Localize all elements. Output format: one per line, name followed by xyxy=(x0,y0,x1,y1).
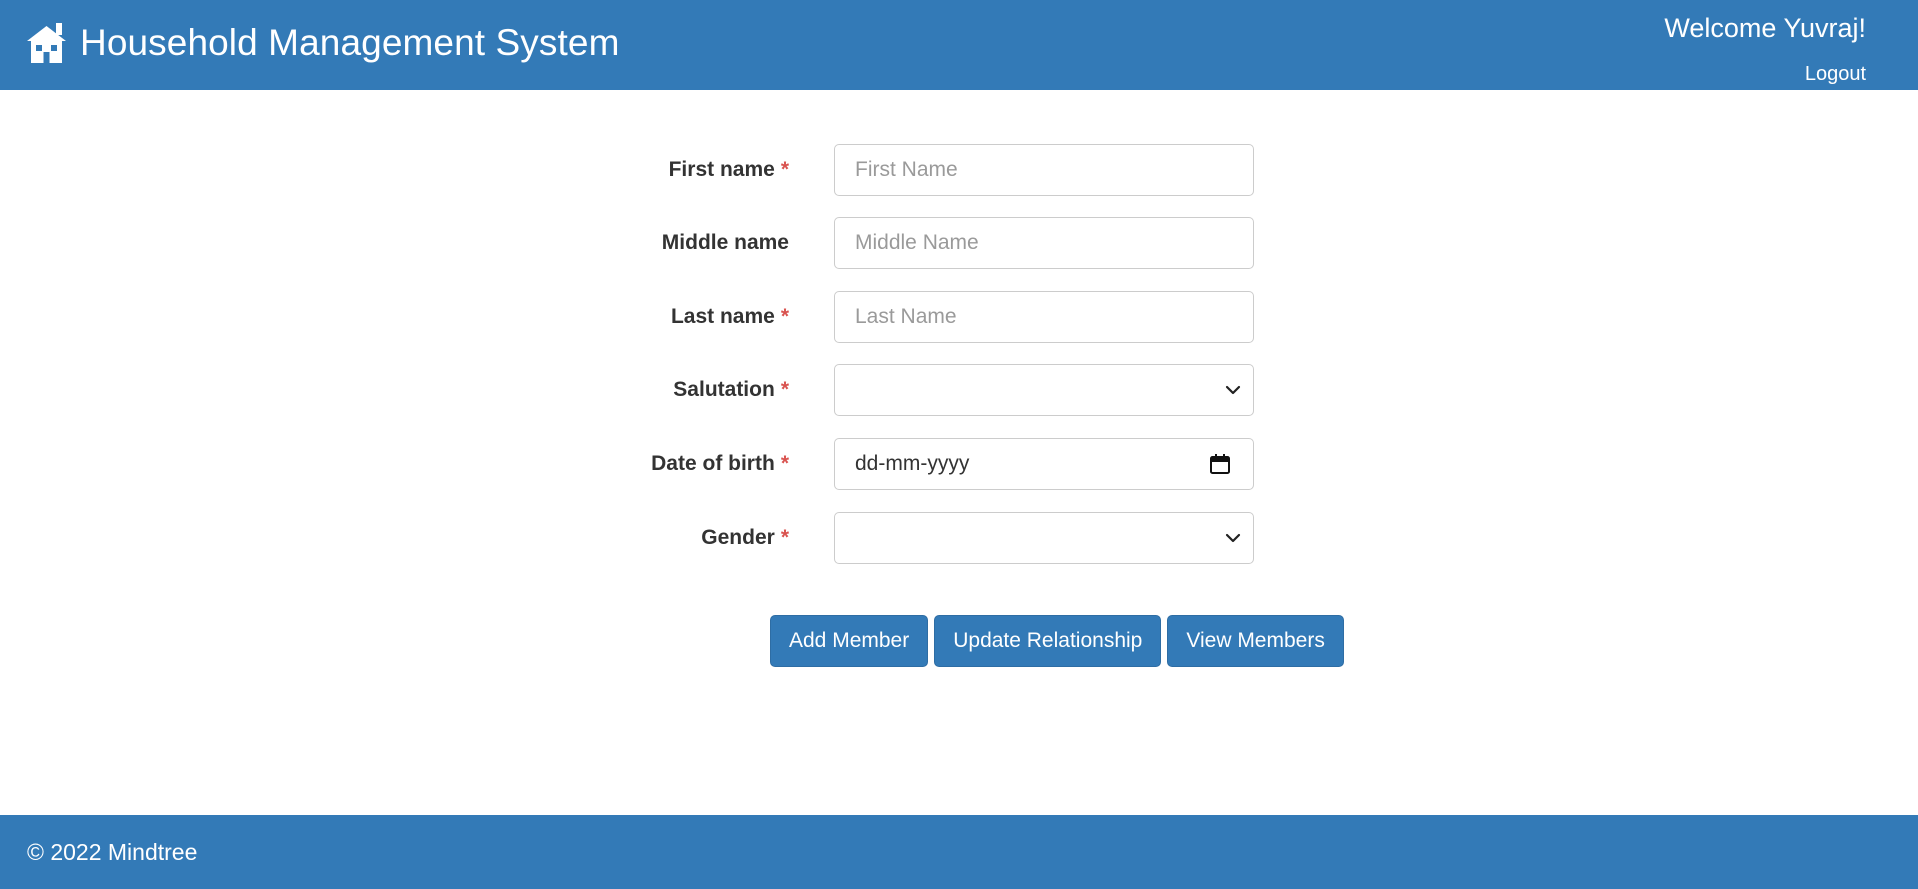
salutation-select[interactable] xyxy=(834,364,1254,416)
first-name-row: First name * xyxy=(0,144,1918,196)
gender-row: Gender * xyxy=(0,512,1918,564)
date-of-birth-row: Date of birth * dd-mm-yyyy xyxy=(0,438,1918,490)
last-name-row: Last name * xyxy=(0,291,1918,343)
last-name-input[interactable] xyxy=(834,291,1254,343)
required-marker: * xyxy=(780,305,789,328)
date-of-birth-label-text: Date of birth xyxy=(651,452,775,475)
chevron-down-icon xyxy=(1225,385,1241,395)
salutation-row: Salutation * xyxy=(0,364,1918,416)
middle-name-input[interactable] xyxy=(834,217,1254,269)
first-name-label-text: First name xyxy=(668,158,775,181)
form-actions: Add Member Update Relationship View Memb… xyxy=(770,615,1344,667)
required-marker: * xyxy=(780,378,789,401)
salutation-label-text: Salutation xyxy=(673,378,775,401)
gender-label-text: Gender xyxy=(701,526,775,549)
gender-select[interactable] xyxy=(834,512,1254,564)
footer: © 2022 Mindtree xyxy=(0,815,1918,889)
required-marker: * xyxy=(780,452,789,475)
date-of-birth-input[interactable]: dd-mm-yyyy xyxy=(834,438,1254,490)
first-name-input[interactable] xyxy=(834,144,1254,196)
salutation-label: Salutation * xyxy=(673,364,789,416)
middle-name-label: Middle name xyxy=(662,217,789,269)
view-members-button[interactable]: View Members xyxy=(1167,615,1344,667)
required-marker: * xyxy=(780,526,789,549)
logout-link[interactable]: Logout xyxy=(1805,63,1866,86)
update-relationship-button[interactable]: Update Relationship xyxy=(934,615,1162,667)
date-of-birth-label: Date of birth * xyxy=(651,438,789,490)
middle-name-label-text: Middle name xyxy=(661,231,789,254)
calendar-icon[interactable] xyxy=(1209,453,1231,475)
copyright-text: © 2022 Mindtree xyxy=(27,838,198,865)
chevron-down-icon xyxy=(1225,533,1241,543)
gender-label: Gender * xyxy=(701,512,789,564)
last-name-label: Last name * xyxy=(671,291,789,343)
house-icon xyxy=(27,22,66,63)
app-title: Household Management System xyxy=(80,21,620,63)
date-of-birth-value: dd-mm-yyyy xyxy=(855,452,970,475)
first-name-label: First name * xyxy=(669,144,789,196)
add-member-button[interactable]: Add Member xyxy=(770,615,929,667)
brand[interactable]: Household Management System xyxy=(25,19,620,65)
welcome-message: Welcome Yuvraj! xyxy=(1664,13,1866,43)
last-name-label-text: Last name xyxy=(670,305,775,328)
top-navbar: Household Management System Welcome Yuvr… xyxy=(0,0,1918,90)
required-marker: * xyxy=(780,158,789,181)
middle-name-row: Middle name xyxy=(0,217,1918,269)
